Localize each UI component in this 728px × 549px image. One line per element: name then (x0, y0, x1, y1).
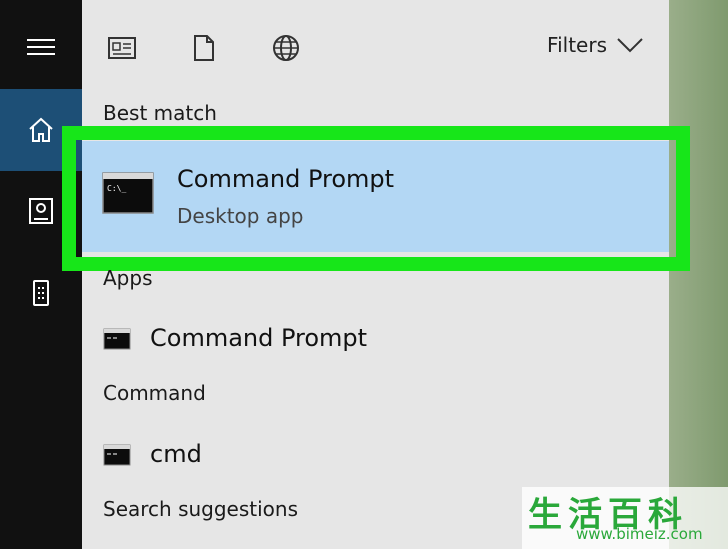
search-suggestions-heading: Search suggestions (103, 497, 299, 521)
command-result-label: cmd (150, 440, 202, 468)
best-match-heading: Best match (103, 101, 217, 125)
apps-filter-button[interactable] (104, 30, 140, 66)
nav-rail (0, 0, 82, 549)
documents-filter-button[interactable] (186, 30, 222, 66)
document-icon (194, 35, 214, 61)
command-prompt-icon (103, 328, 131, 350)
home-icon (29, 117, 53, 142)
command-heading: Command (103, 381, 206, 405)
command-prompt-icon (103, 444, 131, 466)
web-filter-button[interactable] (268, 30, 304, 66)
highlight-frame (62, 126, 690, 271)
app-result-label: Command Prompt (150, 324, 368, 352)
documents-icon (29, 198, 53, 224)
watermark: 生活百科 www.bimeiz.com (522, 487, 728, 549)
device-icon (33, 280, 49, 306)
menu-icon (27, 39, 55, 55)
desktop-background (669, 0, 728, 549)
web-icon (273, 35, 299, 61)
app-result-command-prompt[interactable]: Command Prompt (82, 314, 669, 364)
chevron-down-icon (617, 38, 643, 53)
watermark-url: www.bimeiz.com (576, 525, 703, 543)
filters-label: Filters (547, 33, 607, 57)
search-toolbar: Filters (82, 0, 669, 92)
apps-heading: Apps (103, 266, 153, 290)
filters-dropdown[interactable]: Filters (547, 33, 643, 57)
menu-button[interactable] (0, 6, 82, 88)
apps-icon (108, 37, 136, 59)
command-result-cmd[interactable]: cmd (82, 430, 669, 480)
